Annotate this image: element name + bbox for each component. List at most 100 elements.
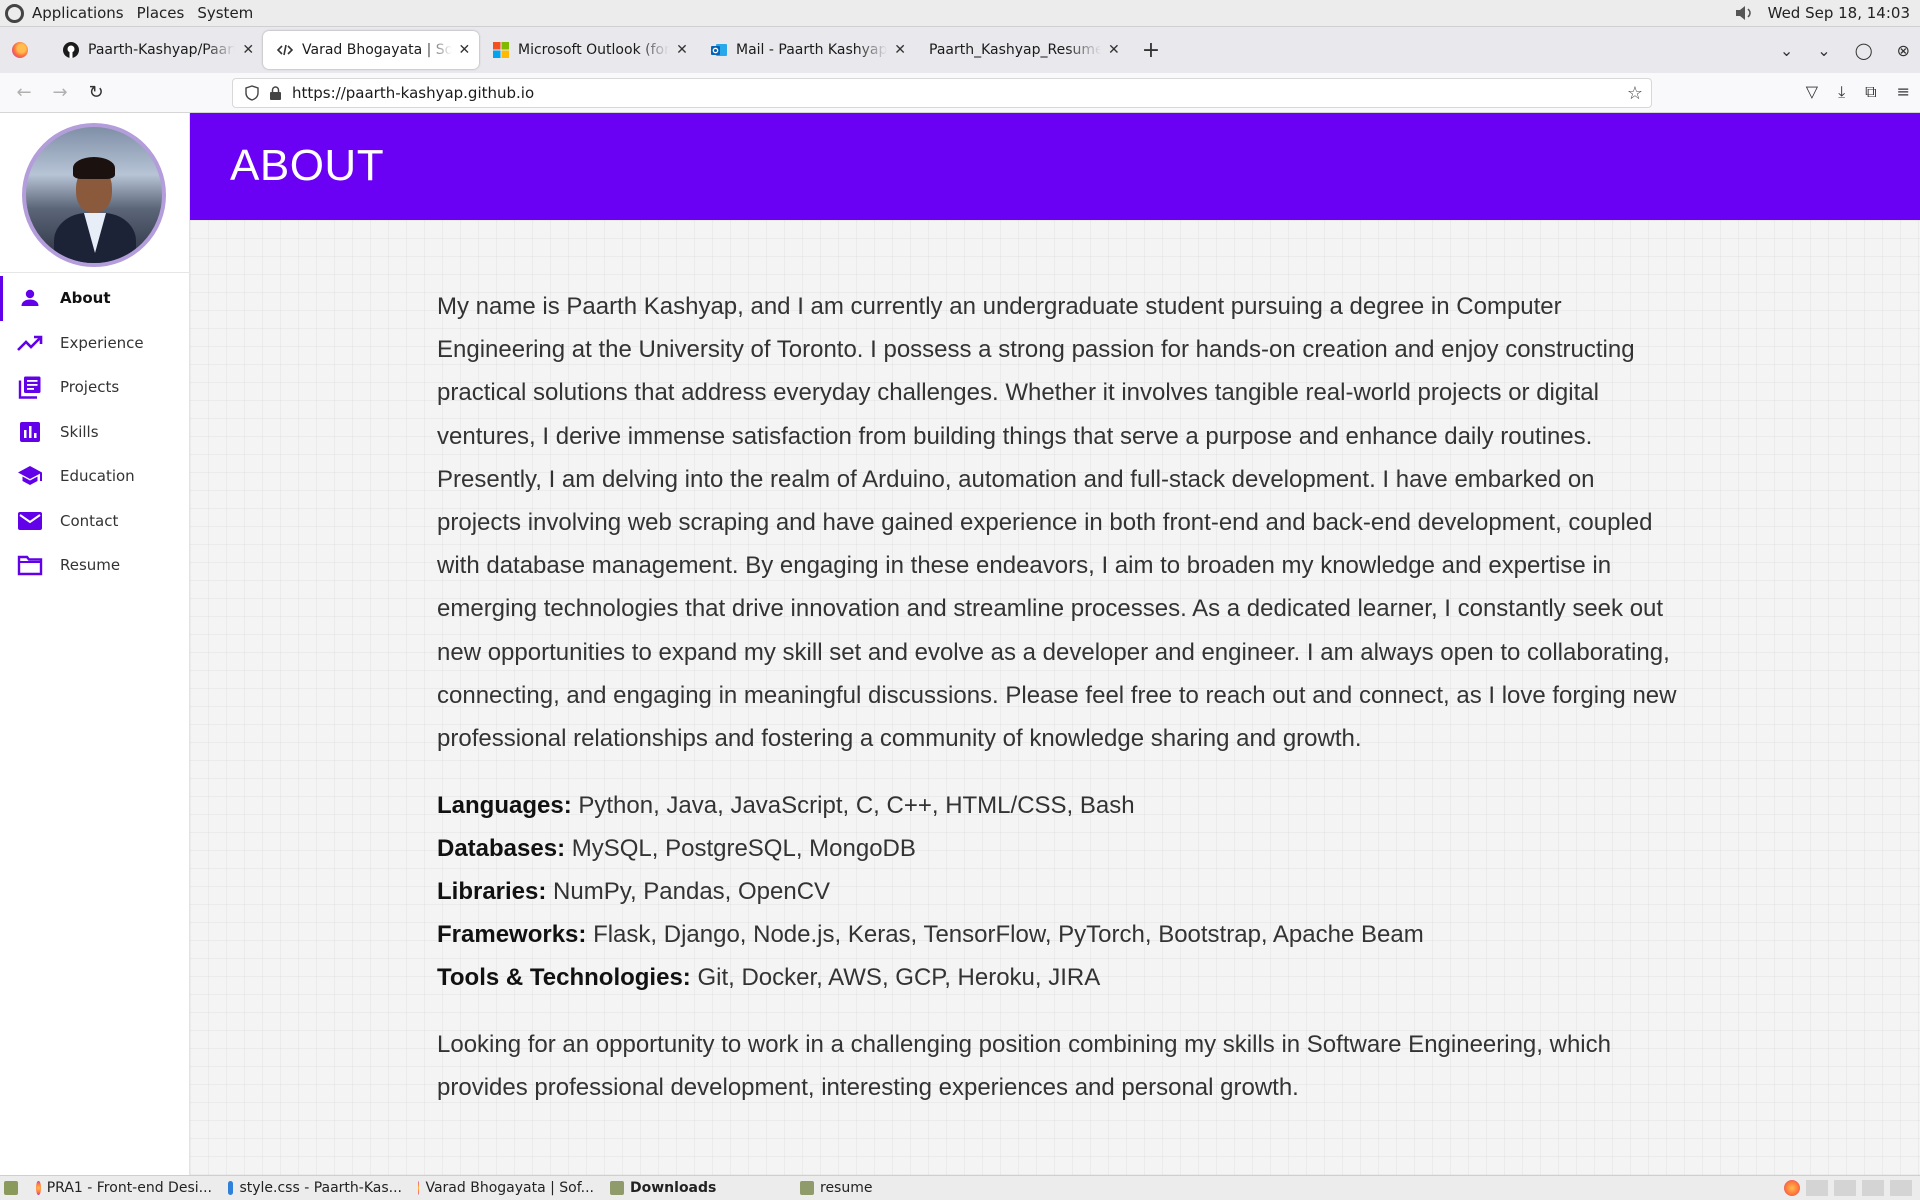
sidebar-item-label: Skills: [60, 422, 99, 441]
close-window-icon[interactable]: ⊗: [1897, 41, 1910, 60]
close-tab-icon[interactable]: ✕: [241, 42, 255, 58]
sidebar-item-label: Projects: [60, 378, 120, 397]
bottom-taskbar: PRA1 - Front-end Desi... style.css - Paa…: [0, 1175, 1920, 1200]
url-bar[interactable]: https://paarth-kashyap.github.io ☆: [232, 78, 1652, 108]
tray-firefox-icon[interactable]: [1784, 1180, 1800, 1196]
folder-icon: [800, 1181, 814, 1195]
sidebar-nav: About Experience Projects Skills Educati…: [0, 276, 189, 588]
taskbar-item-label: PRA1 - Front-end Desi...: [46, 1180, 212, 1196]
code-icon: [277, 44, 293, 56]
taskbar-item-downloads[interactable]: Downloads: [602, 1176, 792, 1200]
github-icon: [63, 42, 79, 58]
tracking-shield-icon[interactable]: [245, 85, 259, 101]
tab-mail[interactable]: Mail - Paarth Kashyap - O ✕: [697, 31, 915, 69]
volume-icon[interactable]: [1734, 5, 1756, 21]
gnome-logo-icon[interactable]: [5, 3, 24, 23]
skill-label: Tools & Technologies:: [437, 964, 691, 992]
sidebar-item-education[interactable]: Education: [0, 454, 189, 499]
taskbar-item-browser[interactable]: Varad Bhogayata | Sof...: [410, 1176, 602, 1200]
skill-label: Libraries:: [437, 878, 547, 906]
workspace-switcher[interactable]: [1806, 1180, 1828, 1196]
sidebar-item-experience[interactable]: Experience: [0, 321, 189, 366]
sidebar-item-resume[interactable]: Resume: [0, 543, 189, 588]
skill-value: Python, Java, JavaScript, C, C++, HTML/C…: [578, 792, 1135, 820]
taskbar-item-stylecss[interactable]: style.css - Paarth-Kas...: [220, 1176, 410, 1200]
section-header: ABOUT: [190, 113, 1920, 220]
close-tab-icon[interactable]: ✕: [675, 42, 689, 58]
sidebar-item-label: Contact: [60, 511, 119, 530]
downloads-icon[interactable]: ⤓: [1838, 82, 1845, 102]
about-text: My name is Paarth Kashyap, and I am curr…: [437, 285, 1677, 1110]
system-top-panel: Applications Places System Wed Sep 18, 1…: [0, 0, 1920, 27]
firefox-icon[interactable]: [12, 42, 28, 58]
tab-outlook-web[interactable]: Microsoft Outlook (forme ✕: [479, 31, 697, 69]
taskbar-item-resume[interactable]: resume: [792, 1176, 922, 1200]
clock[interactable]: Wed Sep 18, 14:03: [1768, 4, 1910, 22]
taskbar-item-label: resume: [820, 1180, 873, 1196]
folder-icon: [17, 552, 43, 578]
lock-icon[interactable]: [269, 86, 282, 100]
workspace-switcher[interactable]: [1834, 1180, 1856, 1196]
skill-label: Databases:: [437, 835, 566, 863]
goal-paragraph: Looking for an opportunity to work in a …: [437, 1031, 1611, 1102]
trending-up-icon: [17, 330, 43, 356]
tab-strip: Paarth-Kashyap/Paarth-K ✕ Varad Bhogayat…: [0, 27, 1920, 73]
tab-resume[interactable]: Paarth_Kashyap_Resume_U ✕: [915, 31, 1129, 69]
show-desktop-icon[interactable]: [0, 1176, 28, 1200]
outlook-icon: [711, 44, 727, 56]
list-all-tabs-icon[interactable]: ⌄: [1780, 41, 1793, 60]
system-menu[interactable]: System: [197, 4, 253, 22]
close-tab-icon[interactable]: ✕: [1107, 42, 1121, 58]
sidebar-item-label: Experience: [60, 333, 144, 352]
skill-row-libraries: Libraries: NumPy, Pandas, OpenCV: [437, 870, 1677, 913]
url-text[interactable]: https://paarth-kashyap.github.io: [292, 84, 534, 102]
person-icon: [17, 285, 43, 311]
bookmark-star-icon[interactable]: ☆: [1627, 83, 1643, 104]
system-tray: [1784, 1180, 1912, 1196]
taskbar-item-label: style.css - Paarth-Kas...: [239, 1180, 402, 1196]
maximize-window-icon[interactable]: ◯: [1855, 41, 1873, 60]
forward-button-icon[interactable]: →: [42, 82, 78, 103]
about-section: My name is Paarth Kashyap, and I am curr…: [190, 220, 1920, 1175]
back-button-icon[interactable]: ←: [6, 82, 42, 103]
vscode-icon: [228, 1181, 234, 1195]
firefox-icon: [36, 1181, 41, 1195]
bar-chart-icon: [17, 419, 43, 445]
navigation-toolbar: ← → ↻ https://paarth-kashyap.github.io ☆…: [0, 73, 1920, 113]
firefox-icon: [418, 1181, 420, 1195]
tab-github[interactable]: Paarth-Kashyap/Paarth-K ✕: [49, 31, 263, 69]
sidebar-item-label: About: [60, 289, 111, 308]
sidebar-item-projects[interactable]: Projects: [0, 365, 189, 410]
skill-row-tools: Tools & Technologies: Git, Docker, AWS, …: [437, 956, 1677, 999]
skill-value: Git, Docker, AWS, GCP, Heroku, JIRA: [697, 964, 1101, 992]
close-tab-icon[interactable]: ✕: [893, 42, 907, 58]
tab-active[interactable]: Varad Bhogayata | Softwa ✕: [263, 31, 479, 69]
sidebar-item-label: Education: [60, 467, 135, 486]
sidebar-item-contact[interactable]: Contact: [0, 499, 189, 544]
skill-row-frameworks: Frameworks: Flask, Django, Node.js, Kera…: [437, 913, 1677, 956]
workspace-switcher[interactable]: [1862, 1180, 1884, 1196]
skill-label: Frameworks:: [437, 921, 587, 949]
taskbar-item-pra1[interactable]: PRA1 - Front-end Desi...: [28, 1176, 220, 1200]
extensions-icon[interactable]: ⧉: [1865, 82, 1876, 102]
close-tab-icon[interactable]: ✕: [458, 42, 471, 58]
sidebar-item-about[interactable]: About: [0, 276, 189, 321]
profile-avatar: [22, 123, 166, 267]
applications-menu[interactable]: Applications: [32, 4, 124, 22]
reload-button-icon[interactable]: ↻: [78, 82, 114, 103]
skills-list: Languages: Python, Java, JavaScript, C, …: [437, 784, 1677, 999]
new-tab-button[interactable]: +: [1139, 38, 1163, 63]
tab-title: Paarth-Kashyap/Paarth-K: [88, 42, 235, 58]
skill-row-languages: Languages: Python, Java, JavaScript, C, …: [437, 784, 1677, 827]
sidebar-item-skills[interactable]: Skills: [0, 410, 189, 455]
hamburger-menu-icon[interactable]: ≡: [1897, 82, 1910, 102]
tab-title: Microsoft Outlook (forme: [518, 42, 670, 58]
workspace-switcher[interactable]: [1890, 1180, 1912, 1196]
mail-icon: [17, 508, 43, 534]
minimize-window-icon[interactable]: ⌄: [1817, 41, 1830, 60]
school-icon: [17, 463, 43, 489]
places-menu[interactable]: Places: [137, 4, 185, 22]
skill-value: NumPy, Pandas, OpenCV: [553, 878, 831, 906]
microsoft-icon: [493, 42, 509, 58]
pocket-icon[interactable]: ▽: [1806, 82, 1818, 102]
